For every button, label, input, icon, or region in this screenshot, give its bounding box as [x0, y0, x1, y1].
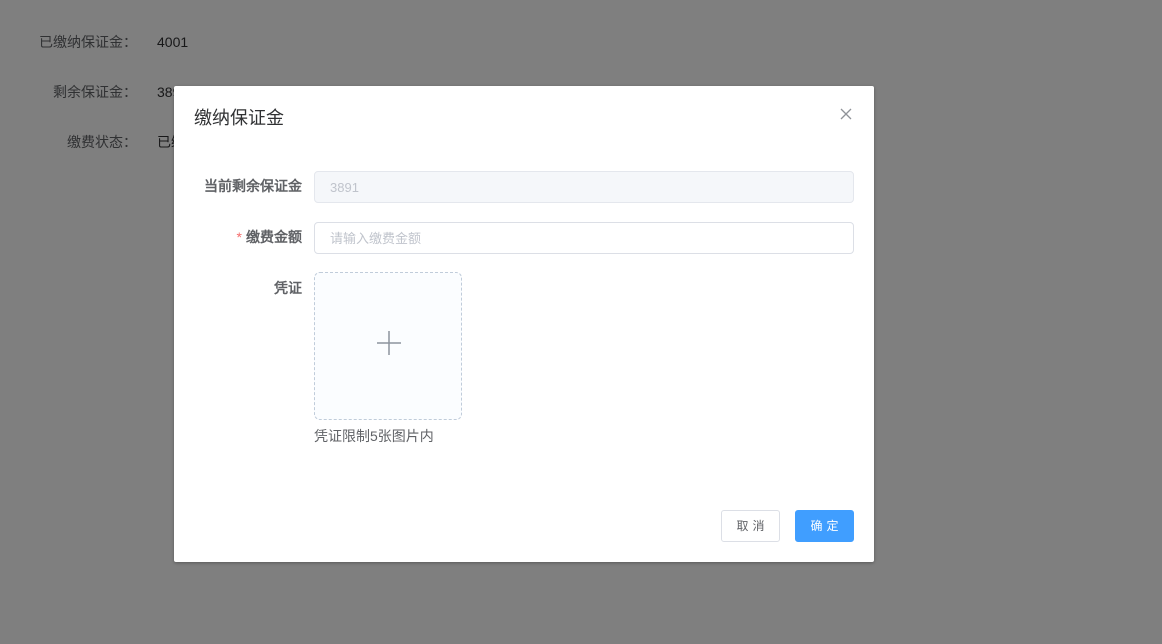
remaining-deposit-input — [314, 171, 854, 203]
payment-amount-input[interactable] — [314, 222, 854, 254]
close-icon[interactable] — [838, 106, 854, 122]
voucher-upload-tip: 凭证限制5张图片内 — [314, 428, 434, 444]
voucher-upload-button[interactable] — [314, 272, 462, 420]
pay-deposit-dialog: 缴纳保证金 当前剩余保证金 *缴费金额 凭证 凭证限制5张图片内 取消 确定 — [174, 86, 874, 562]
plus-icon — [377, 331, 401, 355]
payment-amount-label-text: 缴费金额 — [246, 229, 302, 245]
payment-amount-field-label: * 缴费金额 — [174, 221, 302, 253]
voucher-field-label: 凭证 — [274, 280, 302, 296]
confirm-button[interactable]: 确定 — [795, 510, 854, 542]
required-mark: * — [236, 229, 242, 245]
dialog-title: 缴纳保证金 — [194, 108, 284, 128]
remaining-deposit-field-label: 当前剩余保证金 — [204, 178, 302, 194]
cancel-button[interactable]: 取消 — [721, 510, 780, 542]
